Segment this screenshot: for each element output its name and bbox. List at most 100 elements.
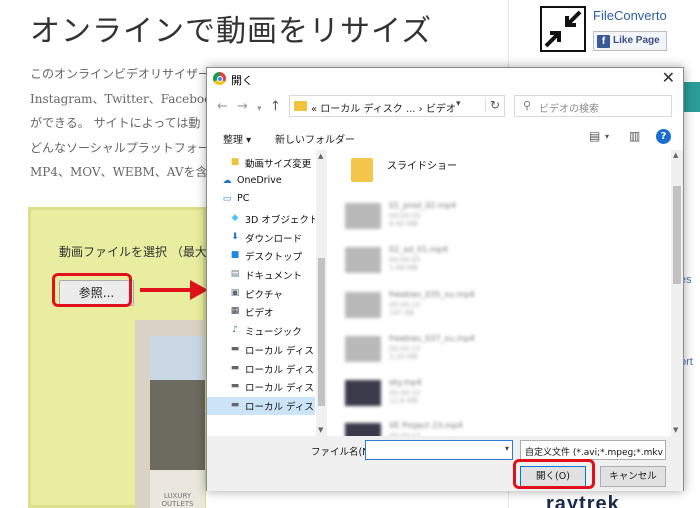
refresh-icon[interactable]: ↻ xyxy=(485,98,500,112)
nav-item-label: ローカル ディスク (C xyxy=(245,346,315,357)
cube-icon: ◆ xyxy=(231,213,239,223)
file-meta-line: 00:00:05 xyxy=(389,212,421,220)
scroll-down-icon[interactable]: ▼ xyxy=(673,426,678,434)
dialog-toolbar: 整理 ▾ 新しいフォルダー ▤ ▾ ▥ ? xyxy=(207,124,683,150)
nav-item[interactable]: ▣ ピクチャ xyxy=(207,285,315,303)
nav-item-label: ピクチャ xyxy=(245,290,283,301)
video-thumbnail xyxy=(345,423,381,436)
scroll-thumb[interactable] xyxy=(318,258,325,406)
nav-item[interactable]: ▦ ビデオ xyxy=(207,303,315,321)
nav-item[interactable]: ▬ ローカル ディスク (D xyxy=(207,360,315,378)
upload-label: 動画ファイルを選択 （最大 xyxy=(59,245,207,259)
nav-item-label: ドキュメント xyxy=(245,271,303,282)
view-options-icon[interactable]: ▤ xyxy=(589,129,600,143)
nav-item-label: ビデオ xyxy=(245,308,274,319)
brand-card: FileConverto f Like Page xyxy=(540,6,700,54)
page-title: オンラインで動画をリサイズ xyxy=(30,14,433,49)
filename-field[interactable]: ▾ xyxy=(365,440,513,460)
file-item[interactable]: sky.mp4 00:00:12 12.6 MB xyxy=(329,374,659,414)
nav-item[interactable]: ▬ ローカル ディスク (E xyxy=(207,378,315,396)
file-name: sky.mp4 xyxy=(389,378,422,387)
scroll-up-icon[interactable]: ▲ xyxy=(673,151,678,159)
nav-item-label: ローカル ディスク (F xyxy=(245,402,315,413)
nav-item[interactable]: ▬ ローカル ディスク (C xyxy=(207,341,315,359)
open-highlight-box xyxy=(513,459,595,489)
nav-item[interactable]: ▭ PC xyxy=(207,191,315,209)
folder-item[interactable]: スライドショー xyxy=(329,152,659,192)
new-folder-button[interactable]: 新しいフォルダー xyxy=(275,131,355,146)
nav-item-label: ダウンロード xyxy=(245,234,303,245)
video-thumbnail xyxy=(345,203,381,229)
recent-dropdown-icon[interactable]: ▾ xyxy=(257,102,262,116)
video-thumbnail xyxy=(345,247,381,273)
drive-icon: ▬ xyxy=(230,400,240,410)
folder-icon xyxy=(351,158,373,182)
file-meta-line: 12.6 MB xyxy=(389,397,418,405)
file-meta-line: 00:00:05 xyxy=(389,256,421,264)
chrome-icon xyxy=(213,72,226,85)
file-meta: 00:00:15 147 KB xyxy=(389,301,420,317)
open-file-dialog: 開く ✕ ← → ▾ ↑ « ローカル ディスク ... › ビデオ ▾ ↻ ⚲… xyxy=(206,67,684,491)
nav-item-label: OneDrive xyxy=(237,175,282,186)
like-page-button[interactable]: f Like Page xyxy=(593,31,667,51)
nav-item-label: 3D オブジェクト xyxy=(245,215,315,226)
nav-item[interactable]: ■ デスクトップ xyxy=(207,247,315,265)
search-icon: ⚲ xyxy=(523,99,532,112)
navigation-scrollbar[interactable]: ▲ ▼ xyxy=(316,150,327,436)
scroll-down-icon[interactable]: ▼ xyxy=(318,426,323,434)
nav-item[interactable]: ☁ OneDrive xyxy=(207,173,315,191)
file-item[interactable]: freebies_035_xu.mp4 00:00:15 147 KB xyxy=(329,286,659,326)
file-meta: 00:00:12 12.6 MB xyxy=(389,389,420,405)
nav-item[interactable]: ▤ ドキュメント xyxy=(207,266,315,284)
file-item[interactable]: VE Project 23.mp400:00:175.00 MB xyxy=(329,417,659,436)
help-icon[interactable]: ? xyxy=(656,129,671,144)
nav-item-label: ローカル ディスク (D xyxy=(245,365,315,376)
intro-line: どんなソーシャルプラットフォー xyxy=(30,140,210,155)
scroll-up-icon[interactable]: ▲ xyxy=(318,152,323,160)
dialog-footer: ファイル名(N): ▾ 自定义文件 (*.avi;*.mpeg;*.mkv 開く… xyxy=(207,436,683,491)
nav-item[interactable]: ◆ 3D オブジェクト xyxy=(207,210,315,228)
chevron-down-icon[interactable]: ▾ xyxy=(456,99,461,109)
cancel-button[interactable]: キャンセル xyxy=(600,466,666,487)
file-name: 02_ad_01.mp4 xyxy=(389,245,448,254)
nav-item[interactable]: ⬇ ダウンロード xyxy=(207,229,315,247)
file-list-scrollbar[interactable]: ▲ ▼ xyxy=(671,150,683,436)
browse-highlight-box xyxy=(52,273,132,307)
file-name: スライドショー xyxy=(387,161,457,172)
file-meta-line: 1.08 MB xyxy=(389,264,418,272)
search-input[interactable]: ⚲ ビデオの検索 xyxy=(514,95,672,117)
navigation-pane: ■ 動画サイズ変更 ☁ OneDrive ▭ PC ◆ 3D オブジェクト ⬇ ダウンロード ■ デス… xyxy=(207,150,327,436)
nav-item[interactable]: ▬ ローカル ディスク (F xyxy=(207,397,315,415)
chevron-down-icon[interactable]: ▾ xyxy=(605,132,609,141)
file-meta-line: 00:00:15 xyxy=(389,301,421,309)
file-type-filter[interactable]: 自定义文件 (*.avi;*.mpeg;*.mkv xyxy=(520,440,666,460)
address-bar[interactable]: « ローカル ディスク ... › ビデオ ▾ ↻ xyxy=(289,95,505,117)
video-thumbnail xyxy=(345,380,381,406)
sidebar-ad-logo[interactable]: raytrek xyxy=(546,493,620,508)
preview-pane-icon[interactable]: ▥ xyxy=(629,129,640,143)
intro-line: Instagram、Twitter、Facebook xyxy=(30,91,219,106)
nav-item[interactable]: ■ 動画サイズ変更 xyxy=(207,154,315,172)
breadcrumb[interactable]: « ローカル ディスク ... › ビデオ xyxy=(311,100,456,115)
file-item[interactable]: 02_ad_01.mp4 00:00:05 1.08 MB xyxy=(329,241,659,281)
picture-icon: ▣ xyxy=(230,288,240,298)
file-name: freebies_037_xu.mp4 xyxy=(389,334,475,343)
dialog-titlebar[interactable]: 開く ✕ xyxy=(207,68,683,90)
intro-paragraph: このオンラインビデオリサイザー Instagram、Twitter、Facebo… xyxy=(30,62,220,185)
file-item[interactable]: 01_prod_02.mp4 00:00:05 4.00 MB xyxy=(329,197,659,237)
up-arrow-icon[interactable]: ↑ xyxy=(270,100,281,114)
organize-menu[interactable]: 整理 ▾ xyxy=(223,131,251,146)
scroll-thumb[interactable] xyxy=(673,186,681,284)
intro-line: MP4、MOV、WEBM、AVを含む xyxy=(30,165,220,179)
chevron-down-icon[interactable]: ▾ xyxy=(505,444,509,453)
file-item[interactable]: freebies_037_xu.mp4 00:00:15 3.33 MB xyxy=(329,330,659,370)
forward-arrow-icon[interactable]: → xyxy=(237,100,248,114)
compress-arrows-icon[interactable] xyxy=(540,6,586,52)
file-meta-line: 00:00:12 xyxy=(389,389,421,397)
back-arrow-icon[interactable]: ← xyxy=(217,100,228,114)
brand-name-link[interactable]: FileConverto xyxy=(593,8,667,23)
close-icon[interactable]: ✕ xyxy=(662,69,675,87)
file-meta-line: 4.00 MB xyxy=(389,220,418,228)
nav-item[interactable]: ♪ ミュージック xyxy=(207,322,315,340)
intro-line: このオンラインビデオリサイザー xyxy=(30,67,211,81)
